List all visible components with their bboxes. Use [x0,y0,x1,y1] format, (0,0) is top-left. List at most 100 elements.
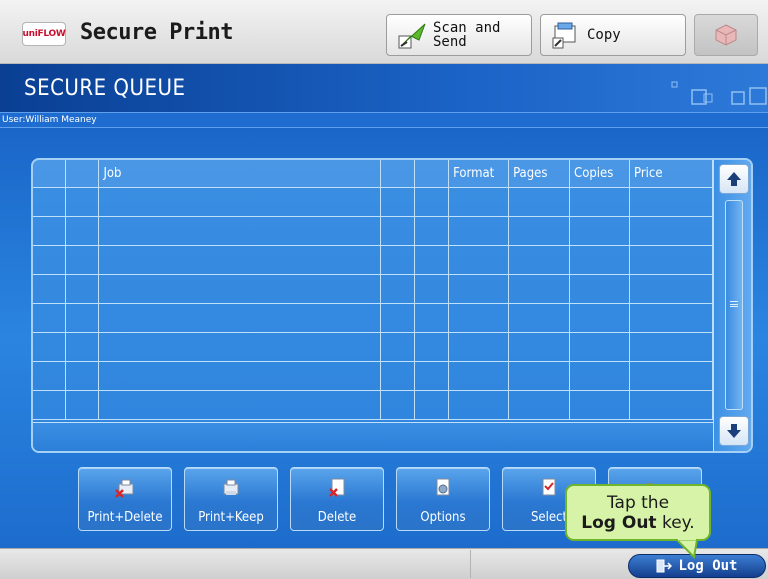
table-cell [569,245,631,275]
table-scrollbar[interactable] [713,160,751,451]
column-header-pages[interactable]: Pages [508,160,571,188]
view-mode-icon[interactable] [668,80,768,110]
table-cell [98,245,382,275]
table-cell [380,187,416,217]
column-header-price[interactable]: Price [629,160,713,188]
table-row[interactable] [33,361,713,391]
table-cell [448,274,510,304]
table-cell [98,303,382,333]
scan-and-send-button[interactable]: Scan and Send [386,14,532,56]
table-cell [569,303,631,333]
table-cell [33,187,67,217]
table-row[interactable] [33,216,713,246]
options-button[interactable]: Options [396,467,490,531]
table-cell [65,216,100,246]
extra-function-button[interactable] [694,14,758,56]
table-row[interactable] [33,303,713,333]
table-row[interactable] [33,245,713,275]
table-cell [33,216,67,246]
table-cell [414,361,450,391]
table-cell [448,332,510,362]
table-cell [33,274,67,304]
scroll-down-button[interactable] [719,416,749,446]
table-cell [380,390,416,420]
column-header [65,160,100,188]
table-cell [380,332,416,362]
table-cell [98,361,382,391]
log-out-icon [656,559,673,573]
job-table: Job Format Pages Copies Price [33,160,713,420]
table-cell [448,216,510,246]
table-cell [98,187,382,217]
table-cell [380,216,416,246]
table-cell [448,245,510,275]
table-cell [33,390,67,420]
table-cell [414,274,450,304]
table-cell [629,245,713,275]
table-row[interactable] [33,274,713,304]
table-cell [380,245,416,275]
uniflow-logo: uniFLOW [22,22,66,46]
table-cell [98,274,382,304]
table-cell [380,361,416,391]
print-keep-label: Print+Keep [198,510,264,525]
table-cell [33,361,67,391]
column-header-copies[interactable]: Copies [569,160,631,188]
delete-label: Delete [317,510,357,525]
table-cell [508,303,571,333]
column-header [380,160,416,188]
column-header-format[interactable]: Format [448,160,510,188]
extra-function-icon [715,24,737,46]
table-cell [98,390,382,420]
print-delete-label: Print+Delete [87,510,163,525]
log-out-tooltip: Tap the Log Out key. [565,484,711,541]
column-header-job[interactable]: Job [98,160,382,188]
print-delete-icon [115,479,134,498]
table-cell [629,187,713,217]
select-icon [542,478,556,496]
table-cell [629,216,713,246]
tooltip-bold-text: Log Out [581,513,657,533]
print-delete-button[interactable]: Print+Delete [78,467,172,531]
table-cell [33,303,67,333]
table-cell [65,390,100,420]
table-cell [65,187,100,217]
options-label: Options [420,510,466,525]
copy-button[interactable]: Copy [540,14,686,56]
table-cell [414,216,450,246]
table-cell [448,303,510,333]
page-title: SECURE QUEUE [24,76,186,101]
table-cell [448,361,510,391]
copy-icon [552,22,576,49]
table-cell [380,274,416,304]
table-cell [629,390,713,420]
app-title: Secure Print [80,20,233,45]
table-footer [33,422,713,451]
table-row[interactable] [33,332,713,362]
options-icon [436,478,450,496]
scroll-track[interactable] [725,200,743,410]
table-cell [65,332,100,362]
table-cell [65,361,100,391]
table-cell [33,245,67,275]
table-cell [414,303,450,333]
column-header [33,160,67,188]
table-cell [569,361,631,391]
table-row[interactable] [33,187,713,217]
table-cell [414,187,450,217]
print-keep-icon [223,479,239,495]
table-cell [629,274,713,304]
table-cell [569,216,631,246]
delete-button[interactable]: Delete [290,467,384,531]
delete-icon [329,478,345,497]
table-cell [508,187,571,217]
table-row[interactable] [33,390,713,420]
table-cell [380,303,416,333]
log-out-label: Log Out [678,558,738,574]
table-cell [569,332,631,362]
print-keep-button[interactable]: Print+Keep [184,467,278,531]
table-cell [508,361,571,391]
table-cell [508,390,571,420]
scroll-up-button[interactable] [719,164,749,194]
job-table-panel: Job Format Pages Copies Price [31,158,753,453]
